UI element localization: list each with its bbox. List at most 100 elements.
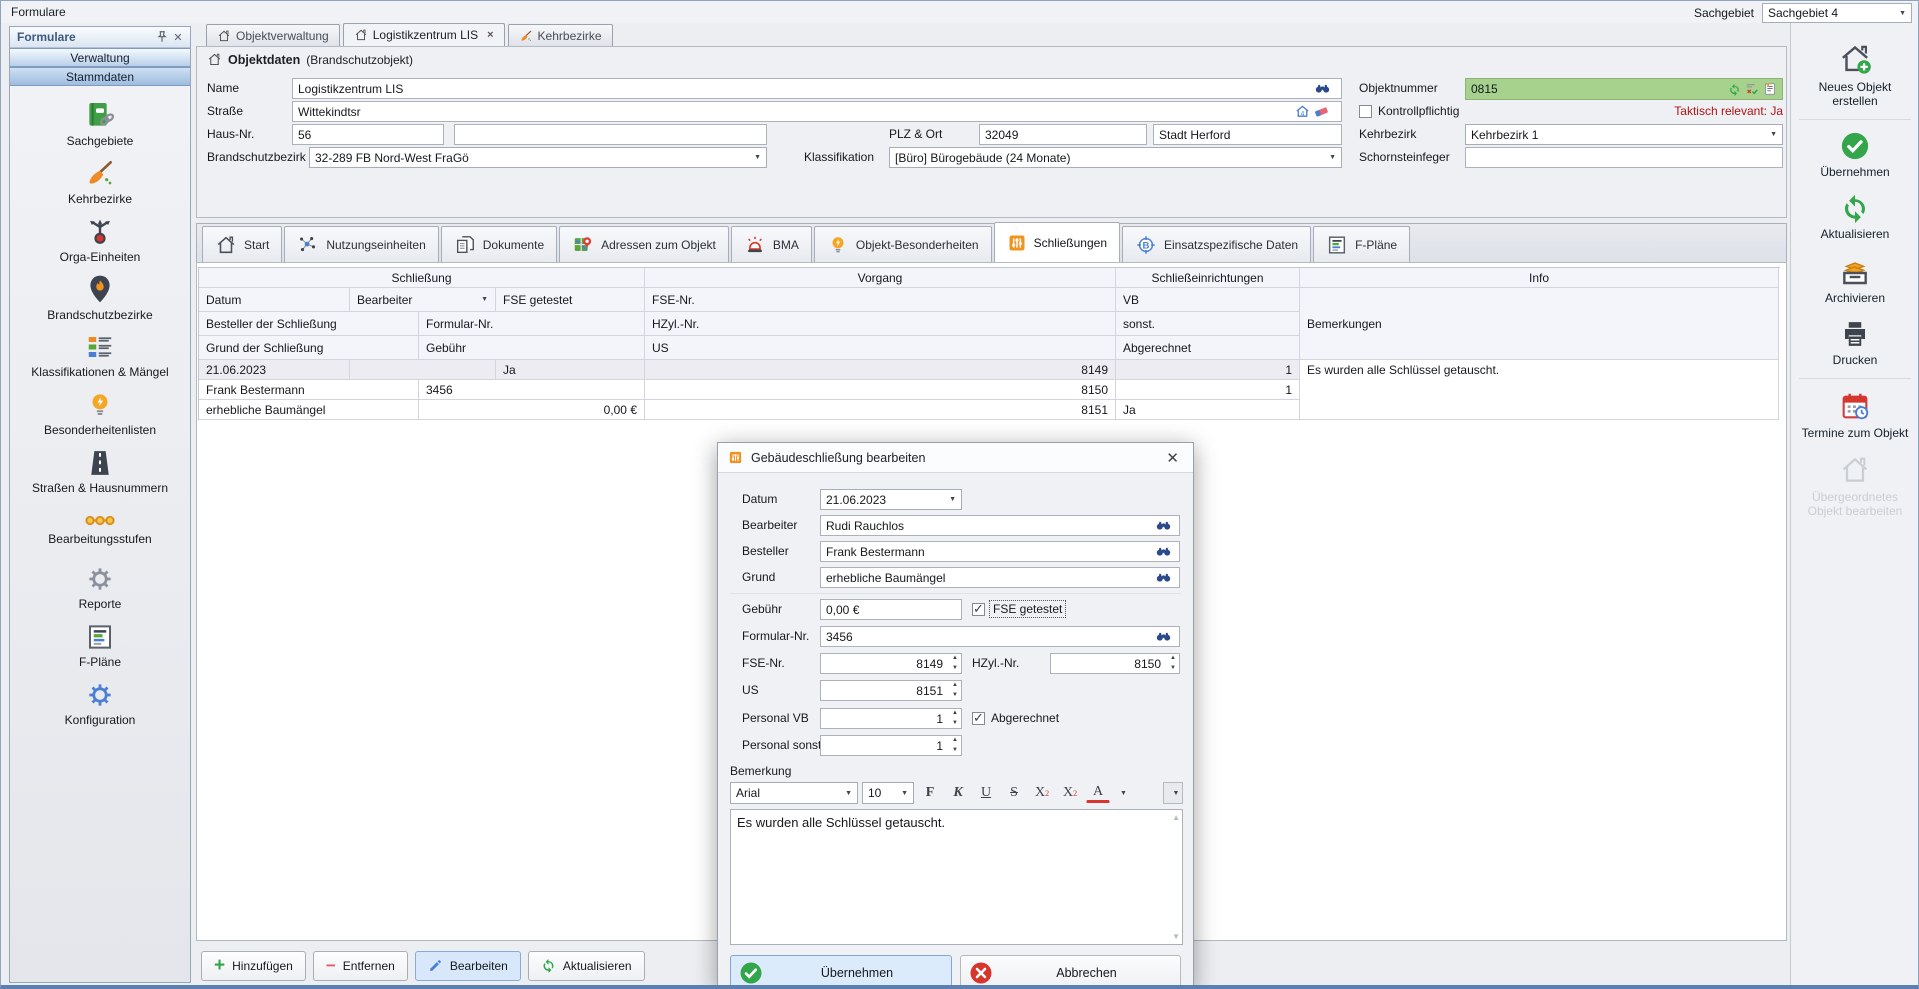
fse-nr-stepper[interactable]: ▲▼ (948, 654, 962, 673)
objektnummer-field[interactable]: 0815 (1465, 78, 1783, 100)
sidebar-section-stammdaten[interactable]: Stammdaten (10, 67, 190, 86)
sidebar-item-brandschutzbezirke[interactable]: Brandschutzbezirke (10, 268, 190, 326)
grund-input[interactable] (820, 567, 1180, 588)
sidebar-item-strassen[interactable]: Straßen & Hausnummern (10, 442, 190, 500)
underline-button[interactable]: U (974, 782, 998, 804)
sidebar-item-f-plaene[interactable]: F-Pläne (10, 616, 190, 674)
cell-us[interactable]: 8151 (645, 400, 1116, 420)
menu-formulare[interactable]: Formulare (1, 5, 76, 19)
doc-tab-kehrbezirke[interactable]: Kehrbezirke (508, 24, 613, 46)
bold-button[interactable]: F (918, 782, 942, 804)
apply-button[interactable]: Übernehmen (1791, 124, 1919, 186)
print-button[interactable]: Drucken (1791, 312, 1919, 374)
plz-input[interactable] (979, 124, 1147, 145)
cell-hzyl-nr[interactable]: 8150 (645, 380, 1116, 400)
cell-fse-nr[interactable]: 8149 (645, 360, 1116, 380)
new-object-button[interactable]: Neues Objekt erstellen (1791, 35, 1919, 115)
tab-einsatzspezifische-daten[interactable]: Einsatzspezifische Daten (1122, 226, 1311, 262)
refresh-button[interactable]: Aktualisieren (528, 951, 645, 981)
bearbeiter-input[interactable] (820, 515, 1180, 536)
cell-vb[interactable]: 1 (1116, 360, 1300, 380)
sidebar-item-orga-einheiten[interactable]: Orga-Einheiten (10, 210, 190, 268)
strikethrough-button[interactable]: S (1002, 782, 1026, 804)
personal-vb-stepper[interactable]: ▲▼ (948, 709, 962, 728)
doc-tab-logistikzentrum[interactable]: Logistikzentrum LIS × (343, 23, 505, 46)
parent-object-button[interactable]: Übergeordnetes Objekt bearbeiten (1791, 447, 1919, 525)
close-icon[interactable]: ✕ (170, 29, 186, 45)
tab-bma[interactable]: BMA (731, 226, 812, 262)
dialog-cancel-button[interactable]: Abbrechen (960, 955, 1181, 989)
bearbeiter-search-icon[interactable] (1156, 515, 1171, 536)
cell-besteller[interactable]: Frank Bestermann (199, 380, 419, 400)
refresh-object-button[interactable]: Aktualisieren (1791, 186, 1919, 248)
us-input[interactable] (820, 680, 962, 701)
formular-search-icon[interactable] (1156, 626, 1171, 647)
font-size-select[interactable]: 10▼ (862, 782, 914, 804)
tab-f-plaene[interactable]: F-Pläne (1313, 226, 1410, 262)
tab-nutzungseinheiten[interactable]: Nutzungseinheiten (284, 226, 438, 262)
sidebar-item-konfiguration[interactable]: Konfiguration (10, 674, 190, 732)
datum-select[interactable]: 21.06.2023▼ (820, 489, 962, 510)
doc-tab-objektverwaltung[interactable]: Objektverwaltung (206, 24, 340, 46)
cell-formular-nr[interactable]: 3456 (419, 380, 645, 400)
name-input[interactable] (292, 78, 1342, 99)
fse-nr-input[interactable] (820, 653, 962, 674)
cell-bearbeiter[interactable] (350, 360, 496, 380)
cell-gebuehr[interactable]: 0,00 € (419, 400, 645, 420)
superscript-button[interactable]: X2 (1030, 782, 1054, 804)
tab-schliessungen[interactable]: Schließungen (994, 222, 1120, 262)
gebuehr-input[interactable] (820, 599, 962, 620)
sidebar-item-klassifikationen[interactable]: Klassifikationen & Mängel (10, 326, 190, 384)
table-row[interactable]: 21.06.2023 Ja 8149 1 Frank Bestermann 34… (199, 360, 1780, 420)
hausnr2-input[interactable] (454, 124, 767, 145)
dialog-ok-button[interactable]: Übernehmen (730, 955, 952, 989)
close-tab-icon[interactable]: × (487, 29, 493, 41)
refresh-number-icon[interactable] (1728, 83, 1741, 96)
remove-button[interactable]: −Entfernen (313, 951, 408, 981)
personal-sonst-stepper[interactable]: ▲▼ (948, 736, 962, 755)
sachgebiet-select[interactable]: Sachgebiet 4 ▼ (1762, 3, 1912, 23)
font-color-button[interactable]: A (1086, 784, 1110, 803)
hzyl-input[interactable] (1050, 653, 1180, 674)
sidebar-item-sachgebiete[interactable]: Sachgebiete (10, 94, 190, 152)
abgerechnet-checkbox[interactable] (972, 712, 985, 725)
kontrollpflichtig-checkbox[interactable] (1359, 105, 1372, 118)
pin-icon[interactable] (154, 29, 170, 45)
eraser-icon[interactable] (1314, 104, 1329, 119)
archive-button[interactable]: Archivieren (1791, 248, 1919, 312)
sidebar-item-besonderheitenlisten[interactable]: Besonderheitenlisten (10, 384, 190, 442)
personal-vb-input[interactable] (820, 708, 962, 729)
close-icon[interactable]: ✕ (1162, 449, 1183, 467)
hzyl-stepper[interactable]: ▲▼ (1166, 654, 1180, 673)
sidebar-item-reporte[interactable]: Reporte (10, 558, 190, 616)
formular-input[interactable] (820, 626, 1180, 647)
font-family-select[interactable]: Arial▼ (730, 782, 858, 804)
italic-button[interactable]: K (946, 782, 970, 804)
fse-getestet-checkbox[interactable] (972, 603, 985, 616)
tab-adressen[interactable]: Adressen zum Objekt (559, 226, 729, 262)
cell-grund[interactable]: erhebliche Baumängel (199, 400, 419, 420)
edit-button[interactable]: Bearbeiten (415, 951, 521, 981)
scroll-down-icon[interactable]: ▼ (1172, 932, 1180, 941)
personal-sonst-input[interactable] (820, 735, 962, 756)
validate-number-icon[interactable] (1745, 82, 1759, 96)
bemerkung-textarea[interactable]: Es wurden alle Schlüssel getauscht. ▲ ▼ (730, 809, 1183, 945)
dialog-titlebar[interactable]: Gebäudeschließung bearbeiten ✕ (718, 443, 1193, 473)
header-bearbeiter[interactable]: Bearbeiter▼ (350, 288, 496, 312)
cell-fse-getestet[interactable]: Ja (496, 360, 645, 380)
tab-dokumente[interactable]: Dokumente (441, 226, 557, 262)
kehrbezirk-select[interactable]: Kehrbezirk 1▼ (1465, 124, 1783, 145)
us-stepper[interactable]: ▲▼ (948, 681, 962, 700)
brandschutzbezirk-select[interactable]: 32-289 FB Nord-West FraGö▼ (309, 147, 767, 168)
hausnr-input[interactable] (292, 124, 444, 145)
abgerechnet-label[interactable]: Abgerechnet (991, 711, 1059, 725)
sidebar-item-bearbeitungsstufen[interactable]: Bearbeitungsstufen (10, 500, 190, 558)
toolbar-more-button[interactable]: ▼ (1163, 782, 1183, 804)
tab-objekt-besonderheiten[interactable]: Objekt-Besonderheiten (814, 226, 992, 262)
klassifikation-select[interactable]: [Büro] Bürogebäude (24 Monate)▼ (889, 147, 1342, 168)
add-button[interactable]: +Hinzufügen (201, 951, 306, 981)
sidebar-item-kehrbezirke[interactable]: Kehrbezirke (10, 152, 190, 210)
strasse-input[interactable] (292, 101, 1342, 122)
number-list-icon[interactable] (1763, 82, 1777, 96)
fse-getestet-label[interactable]: FSE getestet (991, 602, 1064, 616)
